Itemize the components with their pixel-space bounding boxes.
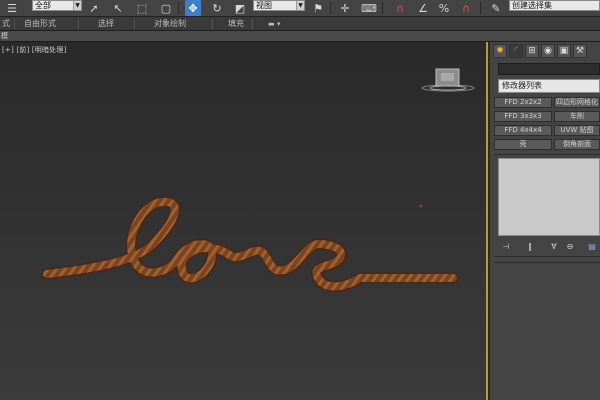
quadify-mesh-button[interactable]: 四边形网格化 [554,97,600,108]
tab-freeform[interactable]: 自由形式 [24,18,56,30]
hierarchy-tab-icon[interactable]: ⊞ [525,44,539,58]
select-and-manipulate-icon[interactable]: ✛ [337,0,353,16]
display-tab-icon[interactable]: ▣ [557,44,571,58]
shell-button[interactable]: 壳 [494,139,552,150]
snaps-toggle-icon[interactable]: ∩ [392,0,408,16]
chevron-down-icon: ▼ [296,1,304,10]
select-by-name-icon[interactable]: ↖ [110,0,126,16]
rectangular-selection-icon[interactable]: ⬚ [134,0,150,16]
modify-tab-icon[interactable]: ◜ [509,44,523,58]
ribbon-tab-cut[interactable]: 式 [2,18,10,30]
reference-coordinate-value: 视图 [256,1,272,10]
ribbon-divider [78,19,79,29]
ribbon-divider [14,19,15,29]
rope-text-love [41,196,459,292]
named-selection-value: 创建选择集 [512,1,552,10]
tab-selection[interactable]: 选择 [98,18,114,30]
tab-object-paint[interactable]: 对象绘制 [154,18,186,30]
toolbar-divider [382,2,383,14]
front-viewport[interactable]: [+] [前] [明暗处理] [0,42,488,400]
move-icon[interactable]: ✥ [185,0,201,16]
pivot-marker [419,204,423,208]
modifier-list-label: 修改器列表 [502,81,542,90]
chevron-down-icon: ▼ [73,1,81,10]
modifier-stack-toolbar: ⊣ ‖ ∀ ⊖ ▤ [498,240,600,252]
ribbon-options-icon[interactable]: ▬ ▾ [268,18,280,30]
3dsmax-window: ☰ 全部 ▼ ➚ ↖ ⬚ ▢ ✥ ↻ ◩ 视图 ▼ ⚑ ✛ ⌨ ∩ ∠ % ∩ … [0,0,600,400]
panel-divider [494,262,600,263]
modifier-list-dropdown[interactable]: 修改器列表 [498,79,600,93]
command-panel: ✹ ◜ ⊞ ◉ ▣ ⚒ 修改器列表 FFD 2x2x2 四边形网格化 FFD 3… [490,42,600,400]
angle-snap-icon[interactable]: ∠ [415,0,431,16]
object-name-field[interactable] [498,63,600,75]
configure-modifier-sets-icon[interactable]: ▤ [586,240,598,252]
uvw-map-button[interactable]: UVW 贴图 [554,125,600,136]
spinner-snap-icon[interactable]: ∩ [458,0,474,16]
motion-tab-icon[interactable]: ◉ [541,44,555,58]
pin-stack-icon[interactable]: ⊣ [500,240,512,252]
named-selection-sets-dropdown[interactable]: 创建选择集 [509,0,600,11]
toolbar-divider [178,2,179,14]
ffd-4x4x4-button[interactable]: FFD 4x4x4 [494,125,552,136]
layout-tab[interactable]: 模 [0,31,8,41]
scale-icon[interactable]: ◩ [232,0,248,16]
use-pivot-icon[interactable]: ⚑ [310,0,326,16]
main-toolbar: ☰ 全部 ▼ ➚ ↖ ⬚ ▢ ✥ ↻ ◩ 视图 ▼ ⚑ ✛ ⌨ ∩ ∠ % ∩ … [0,0,600,17]
remove-modifier-icon[interactable]: ⊖ [564,240,576,252]
bevel-profile-button[interactable]: 倒角剖面 [554,139,600,150]
show-end-result-icon[interactable]: ‖ [524,240,536,252]
lathe-button[interactable]: 车削 [554,111,600,122]
create-tab-icon[interactable]: ✹ [493,44,507,58]
ribbon-divider [252,19,253,29]
ribbon-divider [134,19,135,29]
ribbon-tab-row: 式 自由形式 选择 对象绘制 填充 ▬ ▾ [0,17,600,31]
ffd-2x2x2-button[interactable]: FFD 2x2x2 [494,97,552,108]
make-unique-icon[interactable]: ∀ [548,240,560,252]
panel-divider [494,256,600,257]
window-crossing-icon[interactable]: ▢ [158,0,174,16]
modifier-stack-list[interactable] [498,158,600,236]
tab-populate[interactable]: 填充 [228,18,244,30]
utilities-tab-icon[interactable]: ⚒ [573,44,587,58]
reference-coordinate-dropdown[interactable]: 视图 ▼ [253,0,305,11]
selection-filter-dropdown[interactable]: 全部 ▼ [32,0,82,11]
rotate-icon[interactable]: ↻ [209,0,225,16]
ffd-3x3x3-button[interactable]: FFD 3x3x3 [494,111,552,122]
ribbon-divider [212,19,213,29]
select-object-icon[interactable]: ➚ [86,0,102,16]
selection-filter-value: 全部 [35,1,51,10]
layers-icon[interactable]: ☰ [4,0,20,16]
keyboard-shortcut-icon[interactable]: ⌨ [361,0,377,16]
love-rope-model[interactable] [0,42,486,400]
edit-named-selections-icon[interactable]: ✎ [488,0,504,16]
toolbar-divider [480,2,481,14]
viewport-layout-bar: 模 [0,31,600,42]
percent-snap-icon[interactable]: % [436,0,452,16]
panel-divider [494,154,600,155]
toolbar-divider [330,2,331,14]
